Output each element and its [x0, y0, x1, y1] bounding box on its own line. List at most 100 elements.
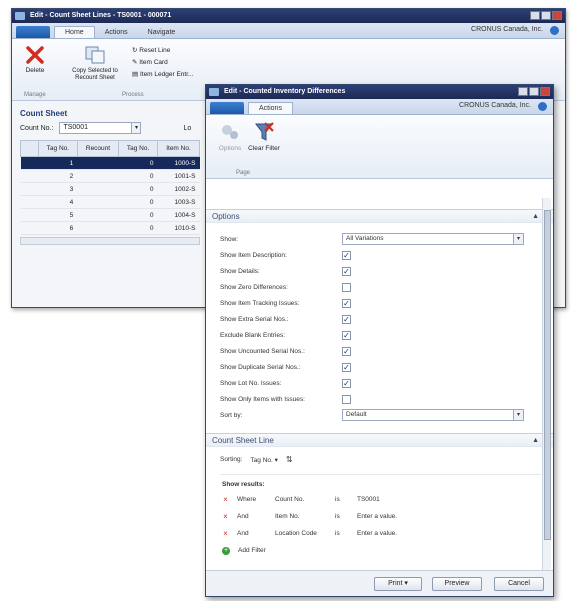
table-row[interactable]: 2 0 1001-S — [20, 169, 200, 183]
dropdown-icon[interactable]: ▾ — [513, 410, 523, 420]
preview-button[interactable]: Preview — [432, 577, 482, 591]
delete-button[interactable]: Delete — [20, 45, 50, 74]
checkbox-label: Show Zero Differences: — [220, 283, 288, 291]
options-icon — [222, 125, 238, 139]
close-icon[interactable] — [540, 87, 550, 96]
help-icon[interactable] — [538, 102, 547, 111]
sort-row: Sort by: Default ▾ — [206, 407, 553, 423]
checkbox-row: Exclude Blank Entries: ✓ — [206, 327, 553, 343]
checkbox[interactable] — [342, 282, 351, 292]
filter-value[interactable]: Enter a value. — [357, 513, 397, 520]
checkbox-label: Show Duplicate Serial Nos.: — [220, 363, 301, 371]
group-manage-label: Manage — [24, 92, 46, 98]
filter-row: × And Location Code is Enter a value. — [206, 525, 553, 542]
remove-filter-icon[interactable]: × — [222, 530, 229, 538]
copy-to-recount-button[interactable]: Copy Selected to Recount Sheet — [62, 45, 128, 82]
checkbox[interactable]: ✓ — [342, 330, 351, 340]
table-row[interactable]: 4 0 1003-S — [20, 195, 200, 209]
count-sheet-grid: Tag No. Recount Tag No. Item No. 1 0 1000-… — [20, 140, 201, 235]
checkbox[interactable]: ✓ — [342, 314, 351, 324]
item-card-button[interactable]: ✎ Item Card — [132, 57, 193, 69]
table-row[interactable]: 5 0 1004-S — [20, 208, 200, 222]
copy-icon — [85, 46, 105, 64]
checkbox-row: Show Lot No. Issues: ✓ — [206, 375, 553, 391]
dialog-ribbon: Options Clear Filter Page — [206, 115, 553, 179]
app-logo-icon — [209, 88, 219, 96]
col-item-no[interactable]: Item No. — [156, 140, 201, 157]
maximize-icon[interactable] — [541, 11, 551, 20]
filter-value[interactable]: TS0001 — [357, 496, 380, 503]
filter-field[interactable]: Item No. — [275, 513, 327, 520]
dropdown-icon[interactable]: ▾ — [513, 234, 523, 244]
checkbox-label: Show Extra Serial Nos.: — [220, 315, 289, 323]
tab-actions[interactable]: Actions — [95, 27, 138, 38]
sort-select[interactable]: Default ▾ — [342, 409, 524, 421]
checkbox[interactable]: ✓ — [342, 298, 351, 308]
print-button[interactable]: Print ▾ — [374, 577, 422, 591]
col-tag-no-2[interactable]: Tag No. — [118, 140, 158, 157]
dialog-footer: Print ▾ Preview Cancel — [206, 570, 553, 596]
application-menu-button[interactable] — [210, 102, 244, 114]
dropdown-icon[interactable]: ▾ — [131, 123, 141, 133]
horizontal-scrollbar[interactable] — [20, 237, 200, 245]
remove-filter-icon[interactable]: × — [222, 513, 229, 521]
sorting-value: Tag No. — [250, 456, 273, 464]
filter-row: × And Item No. is Enter a value. — [206, 508, 553, 525]
print-label: Print — [388, 580, 403, 587]
cancel-button[interactable]: Cancel — [494, 577, 544, 591]
checkbox[interactable]: ✓ — [342, 266, 351, 276]
add-filter-button[interactable]: + Add Filter — [206, 542, 553, 559]
filter-field[interactable]: Count No. — [275, 496, 327, 503]
delete-x-icon — [26, 46, 44, 64]
checkbox[interactable]: ✓ — [342, 346, 351, 356]
clear-filter-label: Clear Filter — [248, 145, 280, 152]
sorting-select[interactable]: Tag No. ▾ — [250, 456, 277, 464]
item-card-label: Item Card — [139, 59, 168, 66]
checkbox[interactable] — [342, 394, 351, 404]
clear-filter-button[interactable]: Clear Filter — [246, 121, 282, 153]
minimize-icon[interactable] — [530, 11, 540, 20]
window-title: Edit - Count Sheet Lines - TS0001 - 0000… — [30, 12, 172, 19]
show-select[interactable]: All Variations ▾ — [342, 233, 524, 245]
company-name: CRONUS Canada, Inc. — [471, 26, 543, 33]
filter-field[interactable]: Location Code — [275, 530, 327, 537]
minimize-icon[interactable] — [518, 87, 528, 96]
tab-actions[interactable]: Actions — [248, 102, 293, 114]
reset-line-button[interactable]: ↻ Reset Line — [132, 45, 193, 57]
col-recount[interactable]: Recount — [76, 140, 120, 157]
tab-home[interactable]: Home — [54, 26, 95, 38]
item-ledger-button[interactable]: ▤ Item Ledger Entr... — [132, 69, 193, 81]
scrollbar-thumb[interactable] — [544, 210, 551, 540]
checkbox-label: Show Item Tracking Issues: — [220, 299, 300, 307]
group-page-label: Page — [236, 170, 251, 176]
table-row[interactable]: 3 0 1002-S — [20, 182, 200, 196]
checkbox[interactable]: ✓ — [342, 362, 351, 372]
col-tag-no[interactable]: Tag No. — [38, 140, 78, 157]
help-icon[interactable] — [550, 26, 559, 35]
checkbox[interactable]: ✓ — [342, 378, 351, 388]
options-fasttab-header[interactable]: Options ▲ — [206, 209, 553, 223]
checkbox-row: Show Details: ✓ — [206, 263, 553, 279]
collapse-icon[interactable]: ▲ — [532, 434, 539, 447]
remove-filter-icon[interactable]: × — [222, 496, 229, 504]
checkbox-row: Show Only Items with Issues: — [206, 391, 553, 407]
options-button[interactable]: Options — [212, 121, 248, 153]
count-sheet-line-fasttab-header[interactable]: Count Sheet Line ▲ — [206, 433, 553, 447]
table-row[interactable]: 6 0 1010-S — [20, 221, 200, 235]
show-label: Show: — [220, 235, 239, 243]
maximize-icon[interactable] — [529, 87, 539, 96]
collapse-icon[interactable]: ▲ — [532, 210, 539, 223]
delete-label: Delete — [25, 67, 45, 74]
filter-op: is — [335, 496, 340, 503]
tab-navigate[interactable]: Navigate — [138, 27, 186, 38]
filter-value[interactable]: Enter a value. — [357, 530, 397, 537]
close-icon[interactable] — [552, 11, 562, 20]
checkbox[interactable]: ✓ — [342, 250, 351, 260]
application-menu-button[interactable] — [16, 26, 50, 38]
vertical-scrollbar[interactable] — [542, 198, 551, 570]
dialog-titlebar: Edit - Counted Inventory Differences — [206, 85, 553, 99]
table-row[interactable]: 1 0 1000-S — [20, 156, 200, 170]
sort-direction-icon[interactable]: ⇅ — [286, 455, 293, 464]
filter-row: × Where Count No. is TS0001 — [206, 491, 553, 508]
count-no-field[interactable]: TS0001 ▾ — [59, 122, 142, 134]
